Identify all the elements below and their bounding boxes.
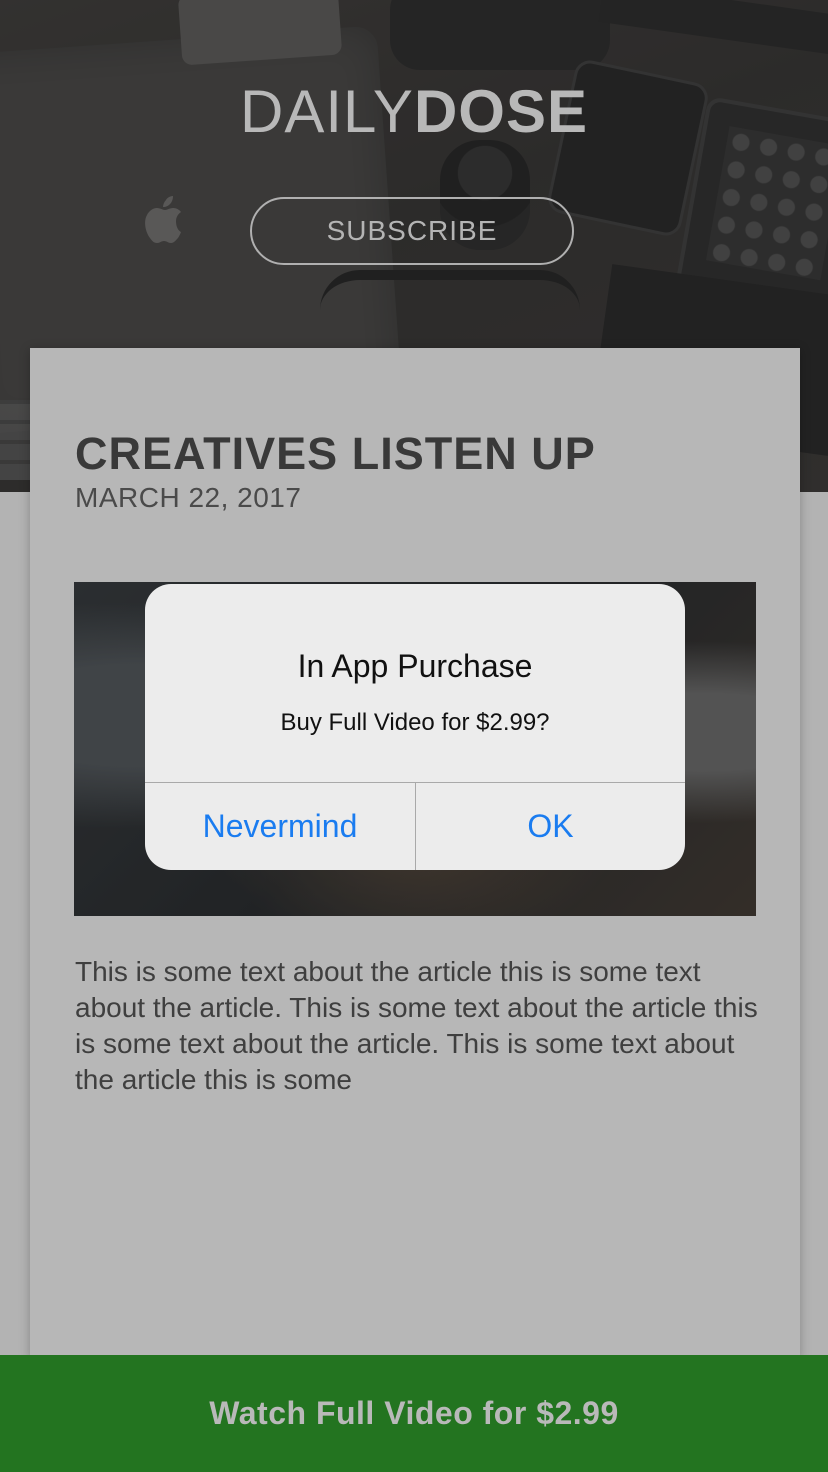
alert-message: Buy Full Video for $2.99? bbox=[280, 709, 550, 736]
purchase-alert-dialog: In App Purchase Buy Full Video for $2.99… bbox=[145, 584, 685, 870]
ok-button[interactable]: OK bbox=[416, 783, 685, 870]
article-title: CREATIVES LISTEN UP bbox=[75, 428, 596, 479]
watch-full-video-button[interactable]: Watch Full Video for $2.99 bbox=[0, 1355, 828, 1472]
brand-logo-bold: DOSE bbox=[413, 78, 588, 145]
nevermind-button[interactable]: Nevermind bbox=[145, 783, 415, 870]
brand-logo-light: DAILY bbox=[239, 78, 414, 145]
brand-logo: DAILYDOSE bbox=[0, 80, 828, 144]
article-body: This is some text about the article this… bbox=[75, 956, 758, 1095]
alert-title: In App Purchase bbox=[297, 648, 533, 684]
article-date: MARCH 22, 2017 bbox=[75, 482, 302, 513]
subscribe-button[interactable]: SUBSCRIBE bbox=[250, 197, 574, 265]
